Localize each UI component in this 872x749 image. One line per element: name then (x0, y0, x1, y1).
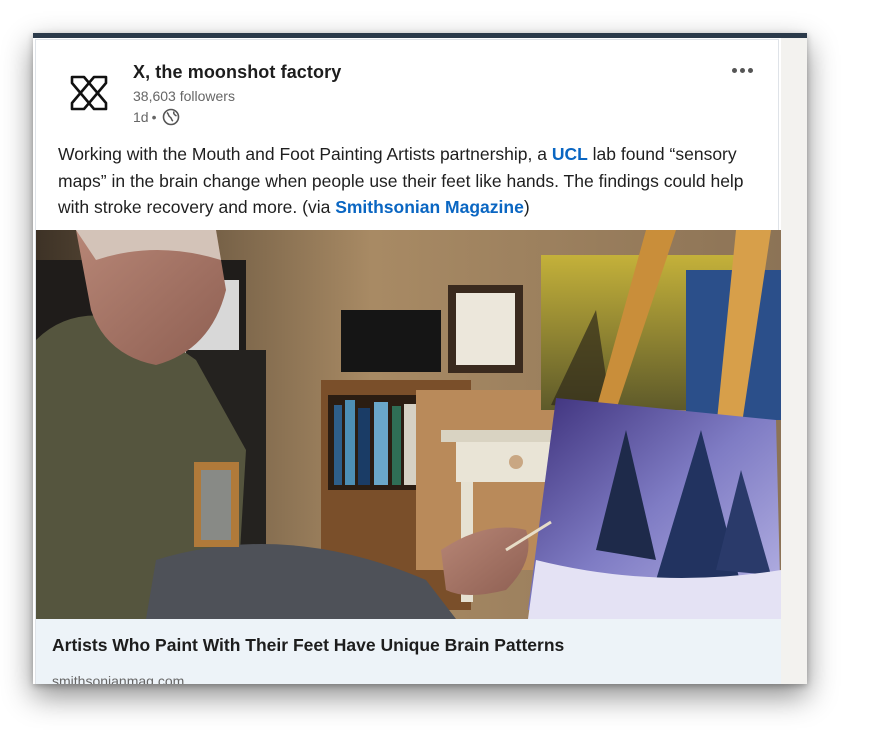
meta-separator: • (151, 109, 157, 125)
post-text: Working with the Mouth and Foot Painting… (58, 144, 744, 217)
smithsonian-link[interactable]: Smithsonian Magazine (335, 197, 524, 217)
follower-count: 38,603 followers (133, 88, 235, 104)
post-card: X, the moonshot factory 38,603 followers… (33, 33, 807, 684)
article-image[interactable] (36, 230, 781, 619)
ellipsis-icon (731, 67, 737, 73)
more-options-button[interactable] (723, 59, 761, 81)
article-title[interactable]: Artists Who Paint With Their Feet Have U… (52, 635, 564, 656)
company-name[interactable]: X, the moonshot factory (133, 62, 341, 83)
article-link-bar[interactable]: Artists Who Paint With Their Feet Have U… (36, 619, 781, 684)
globe-icon (163, 108, 180, 126)
ucl-link[interactable]: UCL (552, 144, 588, 164)
company-logo[interactable] (68, 71, 110, 113)
card-top-bar (33, 33, 807, 38)
post-meta: 1d • (133, 108, 180, 126)
article-domain: smithsonianmag.com (52, 673, 185, 684)
post-age: 1d (133, 109, 149, 125)
feed-gutter (781, 38, 807, 684)
